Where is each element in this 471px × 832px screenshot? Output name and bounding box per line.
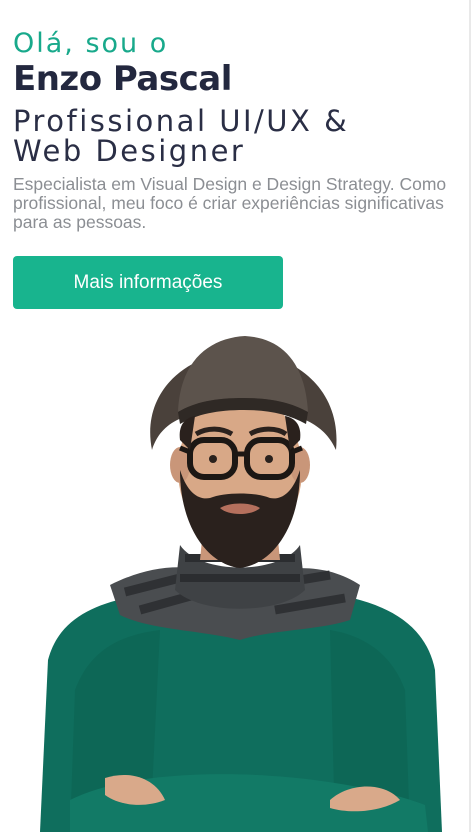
designer-name: Enzo Pascal	[13, 59, 232, 99]
greeting-text: Olá, sou o	[13, 28, 169, 59]
role-title-line-1: Profissional UI/UX &	[13, 104, 350, 138]
role-title-line-2: Web Designer	[13, 134, 246, 168]
hero-description: Especialista em Visual Design e Design S…	[13, 174, 447, 232]
hero-section: Olá, sou o Enzo Pascal Profissional UI/U…	[13, 28, 453, 232]
role-title: Profissional UI/UX & Web Designer	[13, 106, 453, 166]
landing-page: Olá, sou o Enzo Pascal Profissional UI/U…	[0, 0, 471, 832]
profile-photo	[40, 336, 442, 832]
more-info-button[interactable]: Mais informações	[13, 256, 283, 309]
